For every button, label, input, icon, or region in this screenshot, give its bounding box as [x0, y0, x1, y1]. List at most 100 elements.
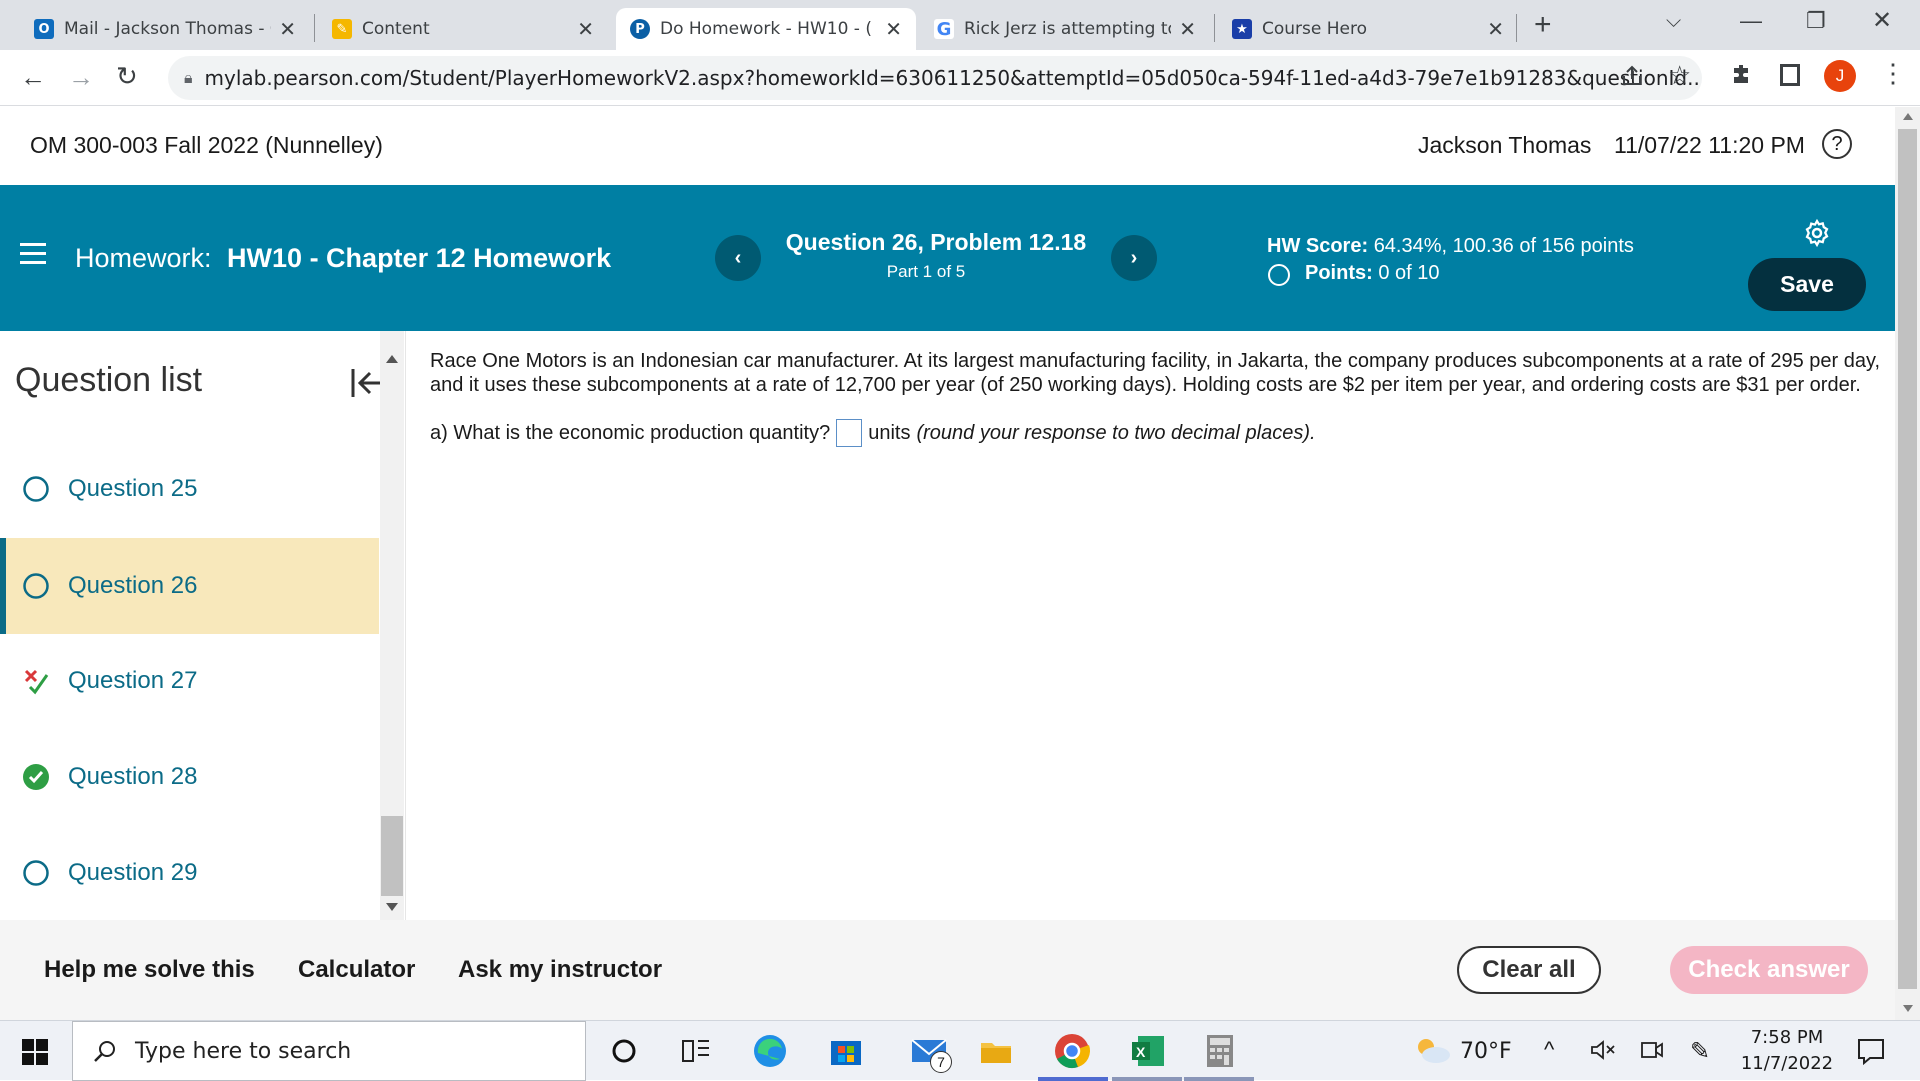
question-item-26[interactable]: Question 26	[0, 538, 379, 634]
google-icon: G	[934, 19, 954, 40]
pencil-icon: ✎	[332, 19, 352, 39]
close-tab-icon[interactable]: ✕	[1179, 17, 1196, 41]
scroll-down-arrow-icon[interactable]	[386, 903, 398, 911]
extensions-puzzle-icon[interactable]	[1730, 62, 1754, 86]
course-title[interactable]: OM 300-003 Fall 2022 (Nunnelley)	[30, 132, 383, 159]
scrollbar-thumb[interactable]	[381, 816, 403, 896]
next-question-button[interactable]: ›	[1111, 235, 1157, 281]
page-scrollbar-thumb[interactable]	[1898, 129, 1917, 989]
problem-text-line-2: and it uses these subcomponents at a rat…	[430, 374, 1861, 396]
close-tab-icon[interactable]: ✕	[279, 17, 296, 41]
notifications-icon[interactable]	[1856, 1037, 1886, 1065]
save-button[interactable]: Save	[1748, 258, 1866, 311]
chrome-icon[interactable]	[1052, 1031, 1092, 1071]
pen-workspace-icon[interactable]: ✎	[1690, 1037, 1710, 1066]
tab-course-hero[interactable]: ★ Course Hero ✕	[1218, 8, 1518, 50]
weather-partly-cloudy-icon[interactable]	[1412, 1035, 1452, 1065]
microsoft-store-icon[interactable]	[826, 1031, 866, 1071]
homework-header: Homework: HW10 - Chapter 12 Homework ‹ Q…	[0, 185, 1895, 331]
answer-input[interactable]	[836, 419, 863, 447]
back-icon[interactable]: ←	[20, 62, 46, 93]
question-title: Question 26, Problem 12.18	[785, 229, 1087, 255]
page-scroll-down-icon[interactable]	[1903, 1005, 1913, 1012]
unanswered-circle-icon	[22, 475, 50, 503]
mail-icon[interactable]: 7	[902, 1031, 958, 1073]
calculator-open-indicator	[1184, 1077, 1254, 1081]
browser-menu-icon[interactable]: ⋮	[1880, 58, 1906, 89]
cortana-icon[interactable]	[604, 1031, 644, 1071]
lock-icon: 🔒︎	[184, 68, 193, 87]
pearson-icon: P	[630, 19, 650, 39]
meet-now-icon[interactable]	[1640, 1039, 1664, 1061]
question-a: a) What is the economic production quant…	[430, 419, 1316, 447]
ask-instructor-link[interactable]: Ask my instructor	[458, 956, 662, 984]
question-list-scrollbar[interactable]	[380, 331, 404, 920]
help-me-solve-link[interactable]: Help me solve this	[44, 956, 255, 984]
question-item-29[interactable]: Question 29	[0, 825, 379, 921]
close-tab-icon[interactable]: ✕	[1487, 17, 1504, 41]
edge-browser-icon[interactable]	[750, 1031, 790, 1071]
question-item-25[interactable]: Question 25	[0, 441, 379, 537]
homework-title: Homework: HW10 - Chapter 12 Homework	[75, 243, 612, 273]
browser-toolbar: ← → ↻ 🔒︎ mylab.pearson.com/Student/Playe…	[0, 50, 1920, 106]
mail-badge: 7	[930, 1051, 952, 1073]
volume-muted-icon[interactable]	[1590, 1039, 1616, 1061]
forward-icon[interactable]: →	[68, 62, 94, 93]
excel-icon[interactable]: X	[1128, 1031, 1168, 1071]
question-list-title: Question list	[15, 361, 203, 399]
scroll-up-arrow-icon[interactable]	[386, 355, 398, 363]
chrome-active-indicator	[1038, 1077, 1108, 1081]
windows-taskbar: Type here to search 7 X 70°F ^ ✎ 7:58 PM…	[0, 1020, 1920, 1081]
taskbar-search-box[interactable]: Type here to search	[72, 1021, 586, 1081]
problem-text-line-1: Race One Motors is an Indonesian car man…	[430, 350, 1881, 372]
tab-do-homework[interactable]: P Do Homework - HW10 - ( ✕	[616, 8, 916, 50]
points: Points: 0 of 10	[1305, 262, 1440, 284]
share-icon[interactable]	[1620, 64, 1644, 88]
tab-search-chevron-icon[interactable]: ⌵	[1666, 10, 1681, 33]
minimize-icon[interactable]: —	[1740, 8, 1762, 34]
show-hidden-icons-chevron-icon[interactable]: ^	[1544, 1037, 1554, 1063]
new-tab-icon[interactable]: +	[1534, 8, 1552, 42]
close-tab-icon[interactable]: ✕	[885, 17, 902, 41]
partial-credit-icon	[22, 667, 50, 695]
weather-temp[interactable]: 70°F	[1460, 1039, 1512, 1064]
page-scrollbar[interactable]	[1895, 107, 1920, 1020]
check-answer-button[interactable]: Check answer	[1670, 946, 1868, 994]
help-icon[interactable]: ?	[1822, 129, 1852, 159]
side-panel-icon[interactable]	[1780, 64, 1800, 86]
date-time: 11/07/22 11:20 PM	[1614, 132, 1805, 158]
tab-mail[interactable]: O Mail - Jackson Thomas - C ✕	[20, 8, 310, 50]
search-icon	[94, 1041, 115, 1062]
profile-avatar[interactable]: J	[1824, 60, 1856, 92]
task-view-icon[interactable]	[676, 1031, 716, 1071]
previous-question-button[interactable]: ‹	[715, 235, 761, 281]
bookmark-star-icon[interactable]: ☆	[1668, 60, 1691, 91]
clock-time[interactable]: 7:58 PM	[1740, 1027, 1834, 1048]
calculator-app-icon[interactable]	[1200, 1031, 1240, 1071]
close-window-icon[interactable]: ✕	[1872, 6, 1892, 35]
hamburger-menu-icon[interactable]	[20, 243, 46, 265]
windows-start-icon[interactable]	[22, 1039, 48, 1065]
close-tab-icon[interactable]: ✕	[577, 17, 594, 41]
problem-area: Race One Motors is an Indonesian car man…	[405, 331, 1895, 920]
correct-check-icon	[22, 763, 50, 791]
restore-icon[interactable]: ❐	[1806, 8, 1826, 34]
address-bar[interactable]: 🔒︎ mylab.pearson.com/Student/PlayerHomew…	[168, 56, 1702, 100]
tab-content[interactable]: ✎ Content ✕	[318, 8, 608, 50]
file-explorer-icon[interactable]	[976, 1031, 1016, 1071]
excel-open-indicator	[1112, 1077, 1182, 1081]
question-item-27[interactable]: Question 27	[0, 633, 379, 729]
page-scroll-up-icon[interactable]	[1903, 113, 1913, 120]
calculator-link[interactable]: Calculator	[298, 956, 415, 984]
footer-bar: Help me solve this Calculator Ask my ins…	[0, 920, 1895, 1020]
course-hero-icon: ★	[1232, 19, 1252, 39]
points-status-icon	[1268, 264, 1290, 286]
tab-google[interactable]: G Rick Jerz is attempting to ✕	[920, 8, 1210, 50]
clear-all-button[interactable]: Clear all	[1457, 946, 1601, 994]
settings-gear-icon[interactable]	[1802, 218, 1832, 248]
svg-text:X: X	[1136, 1044, 1146, 1060]
outlook-icon: O	[34, 19, 54, 39]
question-item-28[interactable]: Question 28	[0, 729, 379, 825]
clock-date[interactable]: 11/7/2022	[1740, 1053, 1834, 1074]
reload-icon[interactable]: ↻	[116, 61, 138, 92]
